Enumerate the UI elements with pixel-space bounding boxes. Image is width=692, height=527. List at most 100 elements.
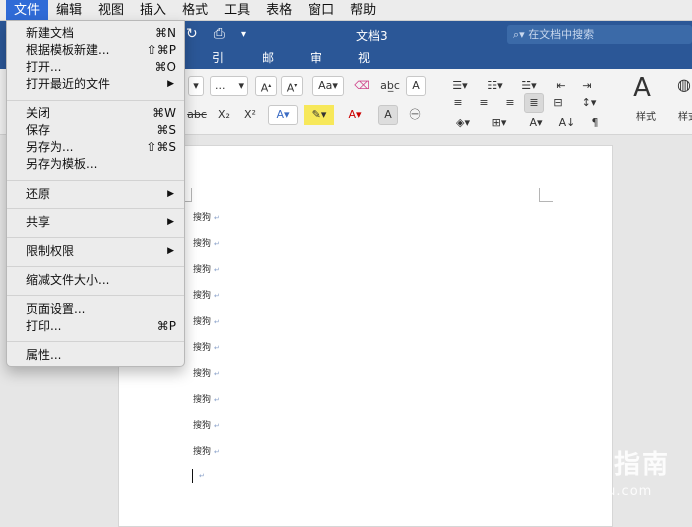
distributed-icon[interactable]: ⊟ bbox=[548, 93, 568, 113]
menu-item-label: 打开最近的文件 bbox=[26, 77, 111, 91]
menu-separator bbox=[7, 208, 184, 209]
font-size-dropdown[interactable]: ... ▾ bbox=[210, 76, 248, 96]
menu-item-label: 新建文档 bbox=[26, 26, 75, 40]
paragraph-mark-icon: ↵ bbox=[214, 370, 220, 378]
line-text: 搜狗 bbox=[193, 291, 212, 301]
menu-separator bbox=[7, 341, 184, 342]
font-name-dropdown[interactable]: ▾ bbox=[188, 76, 204, 96]
menu-item-restrict-permission[interactable]: 限制权限 ▶ bbox=[7, 243, 184, 260]
submenu-arrow-icon: ▶ bbox=[167, 79, 174, 89]
menu-item-shortcut: ⌘O bbox=[154, 60, 176, 74]
menu-item-new-document[interactable]: 新建文档 ⌘N bbox=[7, 25, 184, 42]
align-left-icon[interactable]: ≡ bbox=[448, 93, 468, 113]
align-center-icon[interactable]: ≡ bbox=[474, 93, 494, 113]
line-text: 搜狗 bbox=[193, 265, 212, 275]
borders-icon[interactable]: ⊞▾ bbox=[484, 113, 514, 133]
font-color-icon[interactable]: A▾ bbox=[340, 105, 370, 125]
menu-view[interactable]: 视图 bbox=[90, 0, 132, 21]
paragraph-mark-icon: ↵ bbox=[214, 292, 220, 300]
menu-item-save-as-template[interactable]: 另存为模板... bbox=[7, 156, 184, 173]
menu-item-label: 打开... bbox=[26, 60, 62, 74]
font-size-value: ... bbox=[215, 79, 226, 92]
file-menu: 新建文档 ⌘N 根据模板新建... ⇧⌘P 打开... ⌘O 打开最近的文件 ▶ 关闭 ⌘… bbox=[6, 20, 185, 367]
menu-bar: 文件 编辑 视图 插入 格式 工具 表格 窗口 帮助 bbox=[0, 0, 692, 21]
change-case-button[interactable]: Aa▾ bbox=[312, 76, 344, 96]
sort-icon[interactable]: A↓ bbox=[556, 113, 578, 133]
menu-item-label: 根据模板新建... bbox=[26, 43, 110, 57]
menu-item-label: 还原 bbox=[26, 187, 51, 201]
menu-file[interactable]: 文件 bbox=[6, 0, 49, 21]
quick-access-toolbar: ↻ ⎙ ▾ bbox=[186, 26, 246, 44]
text-effects-button[interactable]: A▾ bbox=[268, 105, 298, 125]
print-icon[interactable]: ⎙ bbox=[214, 26, 225, 44]
menu-item-shortcut: ⇧⌘P bbox=[146, 43, 176, 57]
show-marks-icon[interactable]: ¶ bbox=[584, 113, 606, 133]
menu-item-close[interactable]: 关闭 ⌘W bbox=[7, 105, 184, 122]
menu-item-open[interactable]: 打开... ⌘O bbox=[7, 59, 184, 76]
menu-item-label: 共享 bbox=[26, 215, 51, 229]
search-placeholder: 在文档中搜索 bbox=[528, 28, 595, 41]
align-right-icon[interactable]: ≡ bbox=[500, 93, 520, 113]
menu-item-label: 缩减文件大小... bbox=[26, 273, 110, 287]
menu-item-new-from-template[interactable]: 根据模板新建... ⇧⌘P bbox=[7, 42, 184, 59]
menu-table[interactable]: 表格 bbox=[258, 0, 300, 21]
menu-tools[interactable]: 工具 bbox=[216, 0, 258, 21]
submenu-arrow-icon: ▶ bbox=[167, 189, 174, 199]
document-line[interactable]: 搜狗 ↵ bbox=[193, 418, 220, 431]
search-input[interactable]: ⌕▾ 在文档中搜索 bbox=[507, 25, 692, 44]
menu-item-open-recent[interactable]: 打开最近的文件 ▶ bbox=[7, 76, 184, 93]
styles-gallery-icon[interactable]: A bbox=[622, 73, 662, 103]
document-line[interactable]: 搜狗 ↵ bbox=[193, 366, 220, 379]
shading-icon[interactable]: ◈▾ bbox=[448, 113, 478, 133]
menu-help[interactable]: 帮助 bbox=[342, 0, 384, 21]
strikethrough-button[interactable]: abc bbox=[186, 105, 208, 125]
phonetic-guide-icon[interactable]: ab̲c bbox=[378, 76, 402, 96]
redo-icon[interactable]: ↻ bbox=[186, 26, 198, 44]
document-line[interactable]: 搜狗 ↵ bbox=[193, 340, 220, 353]
line-text: 搜狗 bbox=[193, 213, 212, 223]
menu-item-save[interactable]: 保存 ⌘S bbox=[7, 122, 184, 139]
menu-window[interactable]: 窗口 bbox=[300, 0, 342, 21]
menu-insert[interactable]: 插入 bbox=[132, 0, 174, 21]
superscript-button[interactable]: X² bbox=[240, 105, 260, 125]
menu-separator bbox=[7, 100, 184, 101]
document-line[interactable]: 搜狗 ↵ bbox=[193, 288, 220, 301]
line-text: 搜狗 bbox=[193, 395, 212, 405]
submenu-arrow-icon: ▶ bbox=[167, 246, 174, 256]
menu-item-revert[interactable]: 还原 ▶ bbox=[7, 186, 184, 203]
enclose-characters-icon[interactable]: ㊀ bbox=[404, 105, 426, 125]
empty-line[interactable]: ↵ bbox=[196, 471, 205, 481]
menu-item-properties[interactable]: 属性... bbox=[7, 347, 184, 364]
clear-formatting-icon[interactable]: ⌫ bbox=[350, 76, 374, 96]
styles-pane-icon[interactable]: ◍ bbox=[676, 75, 692, 99]
justify-icon[interactable]: ≣ bbox=[524, 93, 544, 113]
menu-item-shortcut: ⌘S bbox=[156, 123, 176, 137]
document-line[interactable]: 搜狗 ↵ bbox=[193, 262, 220, 275]
grow-font-button[interactable]: A▴ bbox=[255, 76, 277, 96]
subscript-button[interactable]: X₂ bbox=[214, 105, 234, 125]
menu-item-page-setup[interactable]: 页面设置... bbox=[7, 301, 184, 318]
watermark: S 搜狗指南 zhinan.sogou.com bbox=[512, 440, 682, 500]
line-spacing-icon[interactable]: ↕▾ bbox=[574, 93, 604, 113]
asian-layout-icon[interactable]: A▾ bbox=[522, 113, 550, 133]
document-line[interactable]: 搜狗 ↵ bbox=[193, 392, 220, 405]
menu-item-save-as[interactable]: 另存为... ⇧⌘S bbox=[7, 139, 184, 156]
document-line[interactable]: 搜狗 ↵ bbox=[193, 444, 220, 457]
character-border-button[interactable]: A bbox=[406, 76, 426, 96]
menu-edit[interactable]: 编辑 bbox=[48, 0, 90, 21]
menu-item-reduce-file-size[interactable]: 缩减文件大小... bbox=[7, 272, 184, 289]
menu-format[interactable]: 格式 bbox=[174, 0, 216, 21]
document-line[interactable]: 搜狗 ↵ bbox=[193, 210, 220, 223]
menu-item-print[interactable]: 打印... ⌘P bbox=[7, 318, 184, 335]
menu-item-label: 页面设置... bbox=[26, 302, 86, 316]
line-text: 搜狗 bbox=[193, 447, 212, 457]
character-shading-button[interactable]: A bbox=[378, 105, 398, 125]
document-line[interactable]: 搜狗 ↵ bbox=[193, 314, 220, 327]
menu-item-share[interactable]: 共享 ▶ bbox=[7, 214, 184, 231]
document-line[interactable]: 搜狗 ↵ bbox=[193, 236, 220, 249]
customize-toolbar-icon[interactable]: ▾ bbox=[241, 26, 246, 44]
highlight-color-icon[interactable]: ✎▾ bbox=[304, 105, 334, 125]
paragraph-mark-icon: ↵ bbox=[214, 422, 220, 430]
shrink-font-button[interactable]: A▾ bbox=[281, 76, 303, 96]
styles-pane-label: 样式窗格 bbox=[678, 112, 692, 123]
